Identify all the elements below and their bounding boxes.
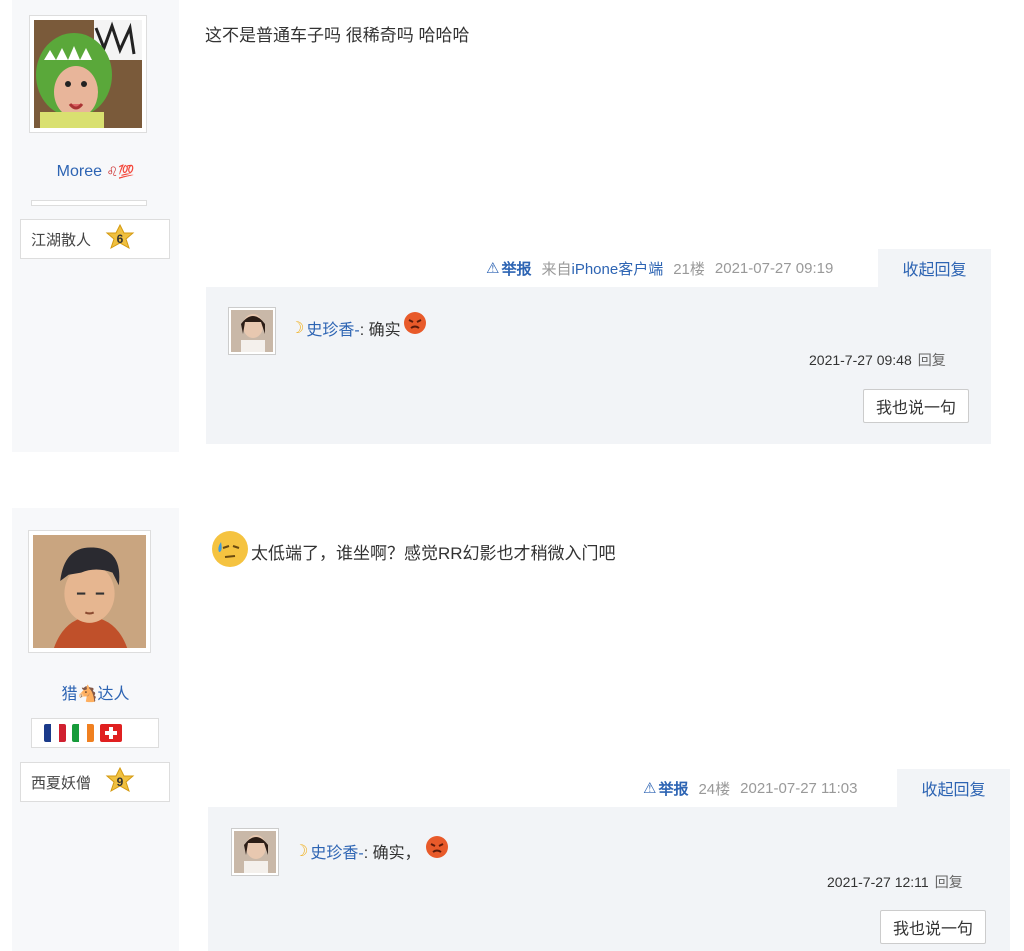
level-title: 西夏妖僧 — [31, 773, 92, 792]
floor-number: 24楼 — [698, 780, 731, 798]
post-meta: ⚠ 举报 来自iPhone客户端 21楼 2021-07-27 09:19 — [486, 249, 833, 287]
source-prefix: 来自 — [541, 260, 572, 278]
user-avatar[interactable] — [28, 530, 151, 653]
post-content: 这不是普通车子吗 很稀奇吗 哈哈哈 — [205, 21, 469, 46]
moon-icon: ☽ — [290, 320, 305, 337]
collapse-replies-button[interactable]: 收起回复 — [878, 249, 991, 287]
reply-button[interactable]: 回复 — [935, 874, 963, 890]
reply-box: ☽ 史珍香- : 确实 2021-7-27 09:48 回复 我也说一句 — [206, 287, 991, 444]
reply-time-row: 2021-7-27 09:48 回复 — [809, 350, 946, 370]
angry-emoji-icon — [403, 311, 427, 335]
level-star-icon: 6 — [105, 224, 135, 254]
post-content: 太低端了，谁坐啊？感觉RR幻影也才稍微入门吧 — [209, 528, 616, 568]
user-flags — [31, 718, 159, 748]
person-photo-icon — [231, 310, 273, 352]
switzerland-flag-icon — [100, 724, 122, 742]
level-star-icon: 9 — [105, 767, 135, 797]
user-avatar[interactable] — [29, 15, 147, 133]
dino-costume-avatar-icon — [34, 20, 142, 128]
anime-man-avatar-icon — [33, 535, 146, 648]
ireland-flag-icon — [72, 724, 94, 742]
reply-time-row: 2021-7-27 12:11 回复 — [827, 872, 963, 892]
moon-icon: ☽ — [294, 843, 309, 860]
post-floor-21: Moree ♌💯 江湖散人 6 这不是普通车子吗 很稀奇吗 哈哈哈 ⚠ 举报 来… — [0, 0, 1024, 452]
floor-number: 21楼 — [673, 260, 705, 278]
reply-line: ☽ 史珍香- : 确实 — [290, 312, 427, 340]
reply-username[interactable]: 史珍香- — [310, 839, 363, 863]
say-label: 我也说一句 — [892, 921, 973, 938]
reply-time: 2021-7-27 12:11 — [827, 874, 929, 890]
report-button[interactable]: ⚠ 举报 — [486, 258, 531, 279]
post-time: 2021-07-27 09:19 — [714, 259, 834, 277]
username-link[interactable]: Moree ♌💯 — [12, 163, 179, 181]
username-text[interactable]: Moree — [57, 163, 102, 180]
sweat-emoji-icon — [209, 528, 249, 568]
person-photo-icon — [234, 831, 276, 873]
level-number: 9 — [116, 775, 124, 789]
reply-avatar[interactable] — [231, 828, 279, 876]
collapse-replies-button[interactable]: 收起回复 — [897, 769, 1010, 807]
collapse-label: 收起回复 — [921, 782, 986, 799]
reply-text: : 确实 — [359, 322, 401, 339]
warning-icon: ⚠ — [486, 260, 500, 277]
reply-time: 2021-7-27 09:48 — [809, 352, 912, 368]
client-link[interactable]: iPhone客户端 — [571, 261, 663, 278]
level-badge[interactable]: 西夏妖僧 9 — [20, 762, 170, 802]
say-label: 我也说一句 — [875, 400, 956, 417]
username-text[interactable]: 猎🐴达人 — [62, 686, 130, 703]
angry-emoji-icon — [425, 835, 449, 859]
post-meta: ⚠ 举报 24楼 2021-07-27 11:03 — [643, 769, 857, 807]
reply-box: ☽ 史珍香- : 确实， 2021-7-27 12:11 回复 我也说一句 — [208, 807, 1010, 951]
report-label: 举报 — [658, 780, 689, 798]
post-floor-24: 猎🐴达人 西夏妖僧 9 太低端了，谁坐啊？感觉RR幻影也才稍微入门吧 ⚠ 举报 … — [0, 508, 1024, 951]
level-number: 6 — [116, 232, 124, 246]
say-something-button[interactable]: 我也说一句 — [880, 910, 986, 944]
reply-line: ☽ 史珍香- : 确实， — [294, 836, 449, 863]
reply-text: : 确实， — [363, 845, 421, 862]
author-sidebar: 猎🐴达人 西夏妖僧 9 — [12, 508, 179, 951]
reply-button[interactable]: 回复 — [918, 352, 946, 368]
say-something-button[interactable]: 我也说一句 — [863, 389, 969, 423]
level-title: 江湖散人 — [31, 230, 92, 249]
username-emoji: ♌💯 — [106, 164, 135, 179]
level-badge[interactable]: 江湖散人 6 — [20, 219, 170, 259]
report-label: 举报 — [501, 260, 532, 278]
report-button[interactable]: ⚠ 举报 — [643, 778, 688, 799]
post-text: 这不是普通车子吗 很稀奇吗 哈哈哈 — [205, 26, 470, 45]
user-badge-bar — [31, 200, 147, 206]
post-text: 太低端了，谁坐啊？感觉RR幻影也才稍微入门吧 — [251, 544, 616, 563]
reply-avatar[interactable] — [228, 307, 276, 355]
username-link[interactable]: 猎🐴达人 — [12, 680, 179, 704]
post-time: 2021-07-27 11:03 — [740, 779, 858, 797]
france-flag-icon — [44, 724, 66, 742]
warning-icon: ⚠ — [643, 780, 657, 797]
source-client: 来自iPhone客户端 — [541, 258, 663, 279]
author-sidebar: Moree ♌💯 江湖散人 6 — [12, 0, 179, 452]
reply-username[interactable]: 史珍香- — [306, 316, 359, 340]
collapse-label: 收起回复 — [902, 262, 967, 279]
